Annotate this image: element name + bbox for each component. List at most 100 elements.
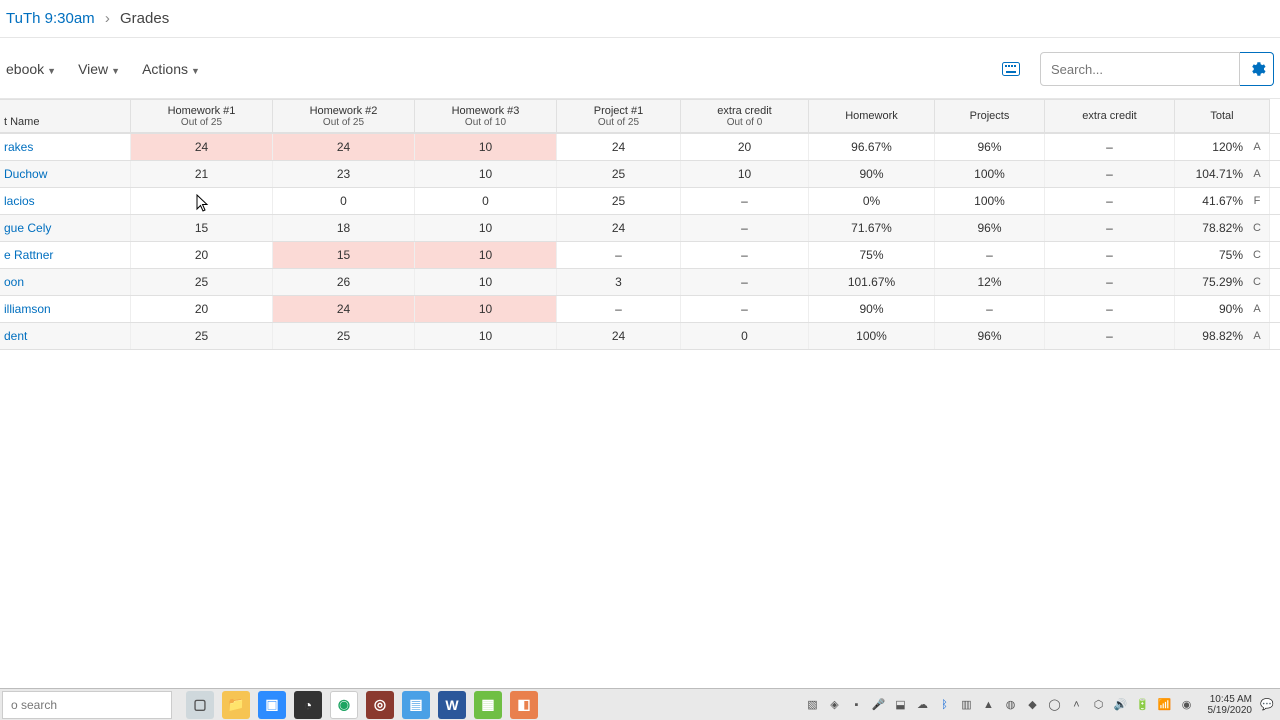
zoom-icon[interactable]: ▣ xyxy=(258,691,286,719)
tray-icon[interactable]: ▪ xyxy=(850,698,864,712)
total-cell: 104.71%A xyxy=(1175,161,1270,187)
app-icon[interactable]: ◧ xyxy=(510,691,538,719)
student-name-link[interactable]: lacios xyxy=(0,188,131,214)
grade-cell[interactable]: – xyxy=(681,215,809,241)
grade-cell[interactable]: – xyxy=(681,242,809,268)
grade-cell[interactable]: 23 xyxy=(273,161,415,187)
caret-down-icon: ▼ xyxy=(111,66,120,76)
app-icon[interactable]: ◎ xyxy=(366,691,394,719)
grade-cell[interactable]: 20 xyxy=(131,242,273,268)
grade-cell[interactable]: 15 xyxy=(273,242,415,268)
explorer-icon[interactable]: 📁 xyxy=(222,691,250,719)
app-icon[interactable]: ▦ xyxy=(474,691,502,719)
gradebook-menu[interactable]: ebook▼ xyxy=(6,61,56,77)
grade-cell[interactable]: 21 xyxy=(131,161,273,187)
grade-cell[interactable]: 25 xyxy=(557,161,681,187)
keyboard-shortcuts-icon[interactable] xyxy=(1000,58,1022,80)
col-header-hw2[interactable]: Homework #2Out of 25 xyxy=(273,99,415,133)
grade-cell[interactable]: – xyxy=(681,296,809,322)
col-header-projcat[interactable]: Projects xyxy=(935,99,1045,133)
category-cell: – xyxy=(1045,161,1175,187)
notifications-icon[interactable]: 💬 xyxy=(1260,698,1274,712)
actions-menu[interactable]: Actions▼ xyxy=(142,61,200,77)
grade-cell[interactable]: 10 xyxy=(415,161,557,187)
grade-cell[interactable]: 20 xyxy=(131,296,273,322)
wifi-icon[interactable]: 📶 xyxy=(1158,698,1172,712)
grade-cell[interactable]: 18 xyxy=(273,215,415,241)
taskbar-search[interactable]: o search xyxy=(2,691,172,719)
grade-cell[interactable]: 10 xyxy=(415,134,557,160)
col-header-hwcat[interactable]: Homework xyxy=(809,99,935,133)
grade-cell[interactable]: 3 xyxy=(557,269,681,295)
grade-cell[interactable]: 0 xyxy=(273,188,415,214)
col-header-name[interactable]: t Name xyxy=(0,99,131,133)
dropbox-icon[interactable]: ⬓ xyxy=(894,698,908,712)
grade-cell[interactable]: 26 xyxy=(273,269,415,295)
student-name-link[interactable]: oon xyxy=(0,269,131,295)
grade-cell[interactable]: 24 xyxy=(557,215,681,241)
tray-icon[interactable]: ▧ xyxy=(806,698,820,712)
breadcrumb-course[interactable]: TuTh 9:30am xyxy=(6,10,95,27)
col-header-proj1[interactable]: Project #1Out of 25 xyxy=(557,99,681,133)
col-header-total[interactable]: Total xyxy=(1175,99,1270,133)
student-name-link[interactable]: illiamson xyxy=(0,296,131,322)
tray-icon[interactable]: ◍ xyxy=(1004,698,1018,712)
grade-cell[interactable]: 10 xyxy=(415,323,557,349)
grade-cell[interactable]: 24 xyxy=(273,134,415,160)
grade-cell[interactable]: – xyxy=(557,296,681,322)
grade-cell[interactable]: 25 xyxy=(131,269,273,295)
student-name-link[interactable]: rakes xyxy=(0,134,131,160)
grade-cell[interactable]: 20 xyxy=(681,134,809,160)
grade-cell[interactable]: 0 xyxy=(415,188,557,214)
grade-cell[interactable]: 25 xyxy=(557,188,681,214)
grade-cell[interactable]: – xyxy=(681,269,809,295)
word-icon[interactable]: W xyxy=(438,691,466,719)
view-menu[interactable]: View▼ xyxy=(78,61,120,77)
chrome-icon[interactable]: ◉ xyxy=(330,691,358,719)
col-header-ec[interactable]: extra creditOut of 0 xyxy=(681,99,809,133)
search-input[interactable] xyxy=(1040,52,1240,86)
tray-icon[interactable]: ◈ xyxy=(828,698,842,712)
tray-icon[interactable]: ▲ xyxy=(982,698,996,712)
grade-cell[interactable]: 10 xyxy=(681,161,809,187)
taskbar-clock[interactable]: 10:45 AM 5/19/2020 xyxy=(1208,694,1253,716)
grade-cell[interactable]: – xyxy=(557,242,681,268)
grade-cell[interactable]: 24 xyxy=(557,323,681,349)
student-name-link[interactable]: Duchow xyxy=(0,161,131,187)
grade-cell[interactable]: 10 xyxy=(415,269,557,295)
grade-cell[interactable]: – xyxy=(131,188,273,214)
onedrive-icon[interactable]: ☁ xyxy=(916,698,930,712)
app-icon[interactable]: ▤ xyxy=(402,691,430,719)
tray-icon[interactable]: ▥ xyxy=(960,698,974,712)
settings-button[interactable] xyxy=(1240,52,1274,86)
bluetooth-icon[interactable]: ᛒ xyxy=(938,698,952,712)
grade-cell[interactable]: 24 xyxy=(273,296,415,322)
tray-icon[interactable]: ◯ xyxy=(1048,698,1062,712)
tray-icon[interactable]: ⬡ xyxy=(1092,698,1106,712)
taskview-icon[interactable]: ▢ xyxy=(186,691,214,719)
grade-cell[interactable]: 10 xyxy=(415,296,557,322)
battery-icon[interactable]: 🔋 xyxy=(1136,698,1150,712)
grade-cell[interactable]: 24 xyxy=(557,134,681,160)
location-icon[interactable]: ◉ xyxy=(1180,698,1194,712)
category-cell: 100% xyxy=(809,323,935,349)
grade-cell[interactable]: – xyxy=(681,188,809,214)
col-header-hw3[interactable]: Homework #3Out of 10 xyxy=(415,99,557,133)
grade-cell[interactable]: 10 xyxy=(415,215,557,241)
student-name-link[interactable]: gue Cely xyxy=(0,215,131,241)
microphone-icon[interactable]: 🎤 xyxy=(872,698,886,712)
chevron-up-icon[interactable]: ˄ xyxy=(1070,698,1084,712)
grade-cell[interactable]: 25 xyxy=(131,323,273,349)
col-header-eccat[interactable]: extra credit xyxy=(1045,99,1175,133)
grade-cell[interactable]: 25 xyxy=(273,323,415,349)
grade-cell[interactable]: 0 xyxy=(681,323,809,349)
grade-cell[interactable]: 24 xyxy=(131,134,273,160)
student-name-link[interactable]: dent xyxy=(0,323,131,349)
photos-icon[interactable]: ◔ xyxy=(294,691,322,719)
volume-icon[interactable]: 🔊 xyxy=(1114,698,1128,712)
grade-cell[interactable]: 10 xyxy=(415,242,557,268)
tray-icon[interactable]: ◆ xyxy=(1026,698,1040,712)
student-name-link[interactable]: e Rattner xyxy=(0,242,131,268)
grade-cell[interactable]: 15 xyxy=(131,215,273,241)
col-header-hw1[interactable]: Homework #1Out of 25 xyxy=(131,99,273,133)
